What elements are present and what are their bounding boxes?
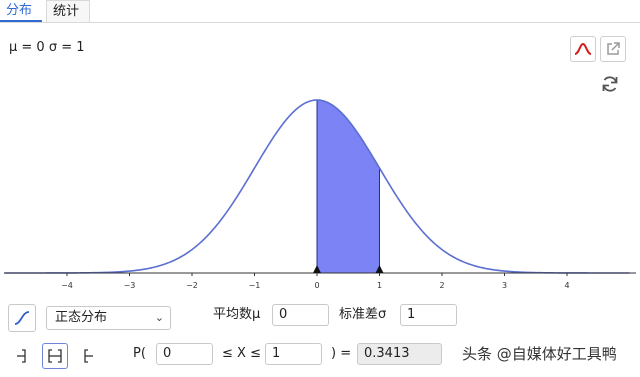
interval-button[interactable] — [42, 343, 68, 369]
x-tick-label: 0 — [314, 281, 319, 290]
prob-prefix: P( — [133, 346, 146, 361]
x-tick-label: 2 — [439, 281, 444, 290]
chevron-down-icon: ⌄ — [154, 311, 164, 324]
x-tick-label: −2 — [186, 281, 198, 290]
between-label: ≤ X ≤ — [222, 346, 261, 361]
x-tick-label: −4 — [61, 281, 73, 290]
right-sided-button[interactable] — [76, 343, 102, 369]
interval-bracket-icon — [48, 349, 62, 363]
x-tick-label: 3 — [502, 281, 507, 290]
lower-bound-input[interactable]: 0 — [156, 343, 213, 365]
cumulative-curve-icon — [14, 311, 30, 325]
equals-label: ) = — [331, 346, 352, 361]
distribution-select-value: 正态分布 — [55, 310, 108, 325]
mean-label: 平均数μ — [213, 307, 261, 322]
sd-input[interactable]: 1 — [400, 304, 457, 326]
upper-bound-input[interactable]: 1 — [265, 343, 322, 365]
x-axis-ticks: −4 −3 −2 −1 0 1 2 3 4 — [61, 273, 570, 290]
cumulative-toggle-button[interactable] — [8, 304, 36, 332]
left-bracket-icon — [17, 349, 26, 363]
probability-result: 0.3413 — [357, 343, 442, 365]
watermark-text: 头条 @自媒体好工具鸭 — [462, 345, 617, 363]
shaded-probability-area — [316, 99, 380, 274]
distribution-chart: −4 −3 −2 −1 0 1 2 3 4 — [4, 99, 636, 290]
distribution-select[interactable]: 正态分布 ⌄ — [46, 306, 171, 330]
sd-label: 标准差σ — [339, 307, 387, 322]
x-tick-label: 1 — [377, 281, 382, 290]
right-bracket-icon — [84, 349, 93, 363]
x-tick-label: −1 — [249, 281, 261, 290]
x-tick-label: −3 — [124, 281, 136, 290]
x-tick-label: 4 — [564, 281, 569, 290]
mean-input[interactable]: 0 — [272, 304, 329, 326]
left-sided-button[interactable] — [8, 343, 34, 369]
